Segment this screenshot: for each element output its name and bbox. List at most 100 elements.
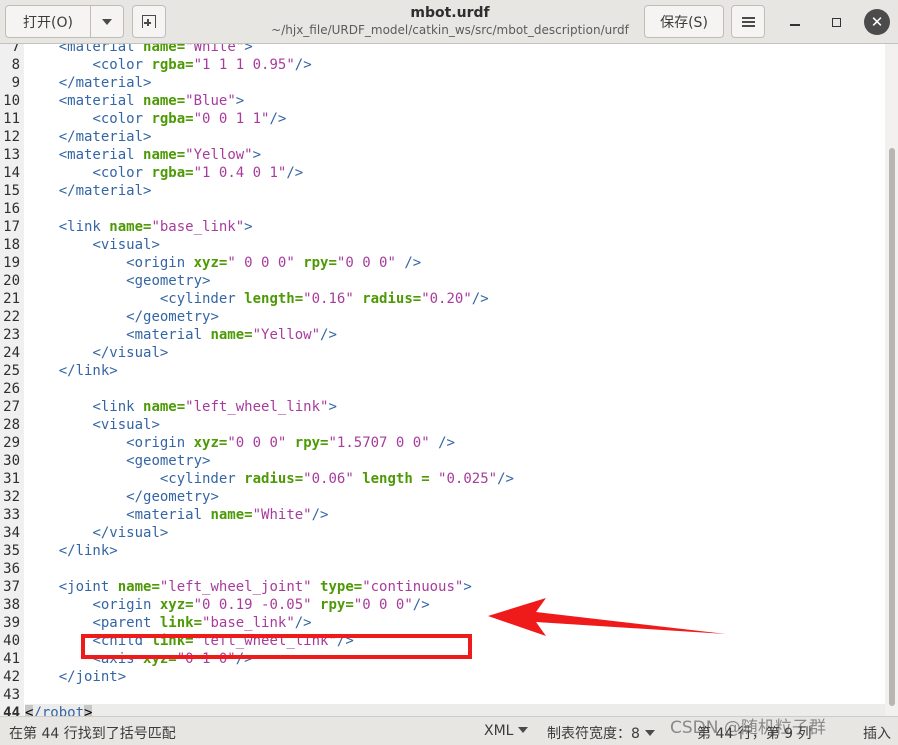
line-number: 15: [3, 183, 20, 199]
code-text: <link name="left_wheel_link">: [25, 398, 337, 416]
code-token: name=: [210, 507, 253, 523]
line-number: 34: [3, 525, 20, 541]
code-token: "0 0 0": [353, 597, 413, 613]
code-text: <geometry>: [25, 272, 210, 290]
language-selector[interactable]: XML: [484, 723, 529, 739]
line-number: 8: [11, 57, 20, 73]
line-number: 37: [3, 579, 20, 595]
code-token: </material>: [58, 183, 152, 199]
code-text: <origin xyz="0 0 0" rpy="1.5707 0 0" />: [25, 434, 455, 452]
code-token: />: [320, 327, 337, 343]
code-token: rgba=: [151, 165, 194, 181]
new-tab-icon: [142, 15, 156, 28]
close-button[interactable]: ✕: [864, 9, 890, 35]
scrollbar-thumb[interactable]: [889, 148, 895, 706]
line-number: 22: [3, 309, 20, 325]
code-text: <visual>: [25, 236, 160, 254]
minimize-button[interactable]: [782, 9, 808, 35]
code-token: >: [328, 399, 337, 415]
line-number: 23: [3, 327, 20, 343]
line-number: 11: [3, 111, 20, 127]
code-token: name=: [143, 44, 186, 55]
maximize-button[interactable]: [823, 9, 849, 35]
code-text: <color rgba="0 0 1 1"/>: [25, 110, 286, 128]
code-token: name=: [143, 93, 186, 109]
code-token: />: [438, 435, 455, 451]
code-token: <visual>: [92, 237, 160, 253]
code-token: link=: [159, 615, 203, 631]
open-menu-button[interactable]: [90, 5, 124, 38]
code-token: <color: [92, 57, 152, 73]
menu-button[interactable]: [731, 5, 765, 38]
line-number: 38: [3, 597, 20, 613]
code-token: </visual>: [92, 525, 169, 541]
vertical-scrollbar[interactable]: [885, 44, 898, 716]
line-number: 14: [3, 165, 20, 181]
code-token: rgba=: [151, 57, 194, 73]
code-token: "left_wheel_joint": [159, 579, 312, 595]
code-token: radius=: [244, 471, 304, 487]
line-number: 20: [3, 273, 20, 289]
tab-width-selector[interactable]: 制表符宽度：8: [547, 723, 655, 743]
code-token: "1.5707 0 0": [328, 435, 430, 451]
language-label: XML: [484, 723, 514, 739]
code-text: <cylinder length="0.16" radius="0.20"/>: [25, 290, 489, 308]
code-token: />: [269, 111, 287, 127]
code-token: rgba=: [151, 111, 194, 127]
line-number: 43: [3, 687, 20, 703]
code-token: <origin: [126, 435, 194, 451]
line-number: 42: [3, 669, 20, 685]
code-token: <material: [58, 147, 144, 163]
code-text: <parent link="base_link"/>: [25, 614, 311, 632]
line-number: 24: [3, 345, 20, 361]
save-button[interactable]: 保存(S): [644, 5, 724, 38]
line-number: 18: [3, 237, 20, 253]
code-text: </geometry>: [25, 488, 219, 506]
code-token: <link: [92, 399, 144, 415]
code-token: name=: [143, 399, 186, 415]
code-token: "left_wheel_link": [185, 399, 329, 415]
code-token: name=: [109, 219, 152, 235]
code-text: </link>: [25, 362, 118, 380]
new-tab-button[interactable]: [132, 5, 166, 38]
code-token: "0.16": [303, 291, 354, 307]
watermark: CSDN @随机粒子群: [670, 718, 826, 738]
open-button[interactable]: 打开(O): [5, 5, 91, 38]
code-token: "0 0 1 1": [193, 111, 270, 127]
code-token: <geometry>: [126, 273, 211, 289]
line-number: 32: [3, 489, 20, 505]
code-token: <material: [126, 327, 211, 343]
code-token: >: [252, 147, 262, 163]
minimize-icon: [790, 24, 800, 26]
line-number: 30: [3, 453, 20, 469]
code-token: "continuous": [362, 579, 464, 595]
code-text: </visual>: [25, 344, 168, 362]
code-text: </material>: [25, 128, 152, 146]
annotation-highlight-box: [81, 634, 472, 659]
code-token: <origin: [126, 255, 194, 271]
code-token: <visual>: [92, 417, 160, 433]
text-editor[interactable]: 7 <material name="White"> 8 <color rgba="…: [0, 44, 885, 716]
code-token: "1 1 1 0.95": [193, 57, 295, 73]
line-number: 33: [3, 507, 20, 523]
line-number: 7: [11, 44, 20, 55]
code-token: "Yellow": [252, 327, 321, 343]
code-token: name=: [143, 147, 186, 163]
code-token: length=: [244, 291, 304, 307]
code-text: <joint name="left_wheel_joint" type="con…: [25, 578, 472, 596]
code-token: xyz=: [159, 597, 194, 613]
